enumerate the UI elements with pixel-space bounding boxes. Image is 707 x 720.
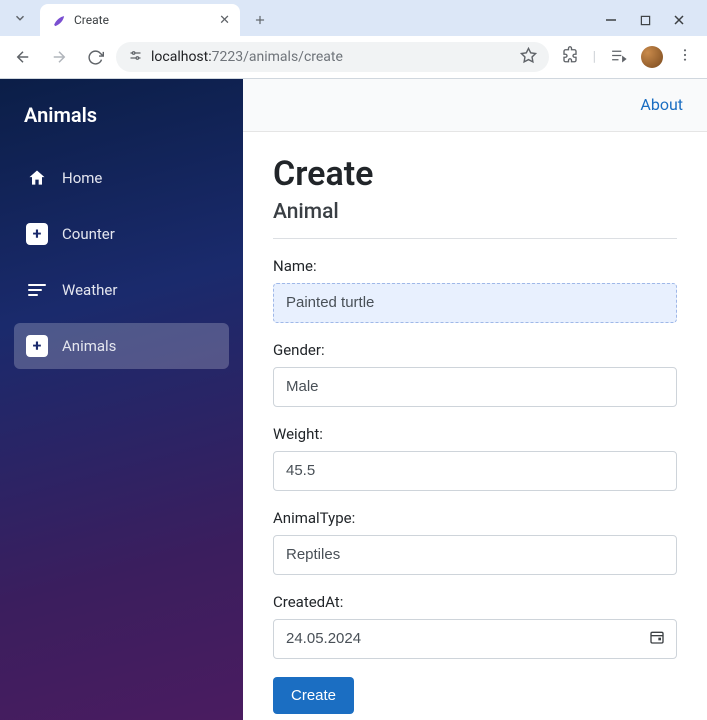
tab-strip: Create ✕ (0, 0, 707, 36)
form-group-createdat: CreatedAt: (273, 593, 677, 659)
url-text: localhost:7223/animals/create (151, 49, 512, 65)
sidebar: Animals Home + Counter Weather + Animals (0, 79, 243, 720)
extensions-button[interactable] (561, 46, 579, 68)
form-group-name: Name: (273, 257, 677, 323)
star-icon (520, 47, 537, 64)
browser-chrome: Create ✕ (0, 0, 707, 79)
puzzle-icon (561, 46, 579, 64)
sidebar-item-home[interactable]: Home (14, 155, 229, 201)
close-icon (673, 14, 685, 26)
browser-menu-button[interactable] (677, 47, 693, 67)
sidebar-nav: Home + Counter Weather + Animals (0, 145, 243, 379)
reload-icon (87, 49, 104, 66)
kebab-icon (677, 47, 693, 63)
about-link[interactable]: About (640, 95, 683, 114)
chevron-down-icon (13, 11, 27, 25)
form-group-weight: Weight: (273, 425, 677, 491)
form-group-gender: Gender: (273, 341, 677, 407)
new-tab-button[interactable] (246, 6, 274, 34)
window-controls (603, 14, 701, 30)
arrow-right-icon (50, 48, 68, 66)
forward-button (44, 42, 74, 72)
plus-icon (253, 13, 267, 27)
form-group-animaltype: AnimalType: (273, 509, 677, 575)
createdat-input[interactable] (273, 619, 677, 659)
main-content: Create Animal Name: Gender: Weight: Anim… (243, 132, 707, 720)
minimize-icon (605, 14, 617, 26)
weight-input[interactable] (273, 451, 677, 491)
url-host: localhost: (151, 49, 212, 65)
favicon-icon (50, 12, 66, 28)
sidebar-item-counter[interactable]: + Counter (14, 211, 229, 257)
toolbar: localhost:7223/animals/create | (0, 36, 707, 78)
reload-button[interactable] (80, 42, 110, 72)
animaltype-input[interactable] (273, 535, 677, 575)
content-area: About Create Animal Name: Gender: Weight… (243, 79, 707, 720)
sidebar-item-label: Counter (62, 225, 115, 243)
sidebar-item-animals[interactable]: + Animals (14, 323, 229, 369)
profile-avatar[interactable] (641, 46, 663, 68)
gender-input[interactable] (273, 367, 677, 407)
browser-tab[interactable]: Create ✕ (40, 4, 240, 36)
create-button[interactable]: Create (273, 677, 354, 714)
list-icon (26, 279, 48, 301)
maximize-icon (640, 15, 651, 26)
home-icon (26, 167, 48, 189)
name-label: Name: (273, 257, 677, 275)
plus-tile-icon: + (26, 335, 48, 357)
app-shell: Animals Home + Counter Weather + Animals (0, 79, 707, 720)
page-title: Create (273, 154, 677, 194)
window-minimize-button[interactable] (603, 14, 619, 30)
animaltype-label: AnimalType: (273, 509, 677, 527)
plus-tile-icon: + (26, 223, 48, 245)
site-settings-icon[interactable] (128, 48, 143, 67)
sidebar-item-label: Home (62, 169, 102, 187)
gender-label: Gender: (273, 341, 677, 359)
createdat-label: CreatedAt: (273, 593, 677, 611)
music-icon (610, 47, 627, 64)
sidebar-item-label: Animals (62, 337, 116, 355)
tab-title: Create (74, 13, 211, 27)
sidebar-item-label: Weather (62, 281, 117, 299)
address-bar[interactable]: localhost:7223/animals/create (116, 42, 549, 72)
divider (273, 238, 677, 239)
brand-title[interactable]: Animals (0, 83, 243, 145)
topbar: About (243, 79, 707, 132)
tab-close-button[interactable]: ✕ (219, 13, 230, 28)
name-input[interactable] (273, 283, 677, 323)
window-close-button[interactable] (671, 14, 687, 30)
separator: | (593, 49, 596, 65)
media-control-button[interactable] (610, 47, 627, 68)
sidebar-item-weather[interactable]: Weather (14, 267, 229, 313)
bookmark-button[interactable] (520, 47, 537, 68)
page-subtitle: Animal (273, 200, 677, 224)
tabs-dropdown-button[interactable] (6, 4, 34, 32)
url-path: 7223/animals/create (212, 49, 343, 65)
create-form: Name: Gender: Weight: AnimalType: Create… (273, 257, 677, 714)
toolbar-right: | (555, 46, 699, 68)
back-button[interactable] (8, 42, 38, 72)
window-maximize-button[interactable] (637, 14, 653, 30)
arrow-left-icon (14, 48, 32, 66)
weight-label: Weight: (273, 425, 677, 443)
